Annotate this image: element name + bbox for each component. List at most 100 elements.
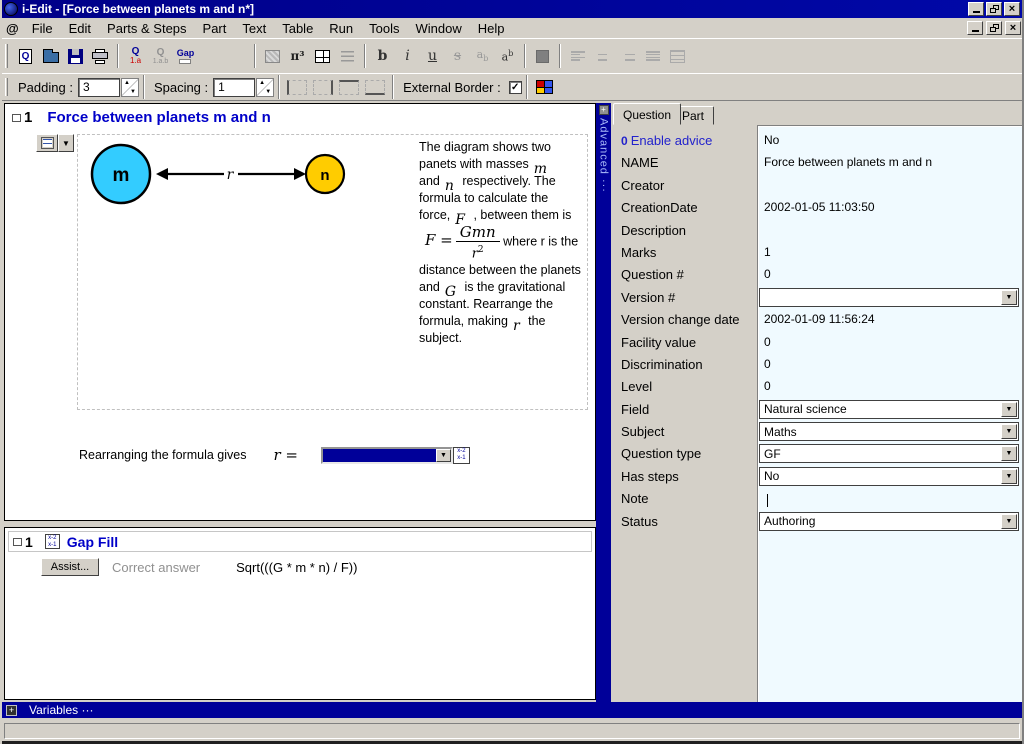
open-button[interactable] bbox=[38, 44, 63, 69]
menu-text[interactable]: Text bbox=[234, 19, 274, 38]
property-value[interactable]: 0 bbox=[757, 354, 1022, 376]
menu-part[interactable]: Part bbox=[195, 19, 235, 38]
new-question-button[interactable]: Q bbox=[13, 44, 38, 69]
property-row-version-change-date: Version change date 2002-01-09 11:56:24 bbox=[613, 309, 1022, 331]
chevron-down-icon[interactable]: ▼ bbox=[1001, 290, 1017, 305]
restore-button[interactable] bbox=[986, 2, 1002, 16]
question-number: 1 bbox=[24, 109, 32, 126]
chevron-down-icon[interactable]: ▼ bbox=[1001, 446, 1017, 461]
chevron-down-icon[interactable]: ▼ bbox=[1001, 469, 1017, 484]
property-label: Level bbox=[613, 376, 757, 398]
up-arrow-icon: ▲ bbox=[259, 79, 265, 87]
toolbar-grip[interactable] bbox=[5, 78, 8, 96]
property-value[interactable]: 0 bbox=[757, 332, 1022, 354]
padding-stepper[interactable]: ▲ ▼ bbox=[121, 78, 139, 97]
minimize-icon bbox=[973, 11, 980, 13]
print-button[interactable] bbox=[88, 44, 113, 69]
property-label: Discrimination bbox=[613, 354, 757, 376]
menu-help[interactable]: Help bbox=[470, 19, 513, 38]
assist-button[interactable]: Assist... bbox=[41, 558, 99, 576]
property-value[interactable] bbox=[757, 220, 1022, 242]
italic-button[interactable]: i bbox=[395, 44, 420, 69]
gap-icon: Gap bbox=[177, 49, 195, 64]
chevron-down-icon[interactable]: ▼ bbox=[1001, 514, 1017, 529]
has-steps-combobox[interactable]: No ▼ bbox=[759, 467, 1019, 486]
collapse-toggle[interactable] bbox=[12, 114, 21, 122]
correct-answer-label: Correct answer bbox=[112, 560, 200, 575]
menu-table[interactable]: Table bbox=[274, 19, 321, 38]
question-type-combobox[interactable]: GF ▼ bbox=[759, 444, 1019, 463]
spacing-input[interactable] bbox=[213, 78, 255, 97]
chevron-down-icon[interactable]: ▼ bbox=[1001, 402, 1017, 417]
property-value[interactable] bbox=[757, 175, 1022, 197]
align-left-button bbox=[565, 44, 590, 69]
form-icon bbox=[41, 137, 54, 149]
property-value[interactable]: 2002-01-09 11:56:24 bbox=[757, 309, 1022, 331]
variables-bar[interactable]: + Variables ··· bbox=[2, 702, 1022, 718]
property-value[interactable]: 1 bbox=[757, 242, 1022, 264]
status-combobox[interactable]: Authoring ▼ bbox=[759, 512, 1019, 531]
menu-edit[interactable]: Edit bbox=[61, 19, 99, 38]
arrow-left-head bbox=[156, 168, 168, 180]
subject-combobox[interactable]: Maths ▼ bbox=[759, 422, 1019, 441]
property-row-marks: Marks 1 bbox=[613, 242, 1022, 264]
chevron-down-icon[interactable]: ▼ bbox=[1001, 424, 1017, 439]
property-row-note: Note bbox=[613, 488, 1022, 510]
property-value[interactable]: 0 bbox=[757, 376, 1022, 398]
subscript-icon: ab bbox=[477, 48, 489, 63]
window-title: i-Edit - [Force between planets m and n*… bbox=[22, 2, 966, 16]
property-value[interactable]: No bbox=[757, 130, 1022, 152]
field-combobox[interactable]: Natural science ▼ bbox=[759, 400, 1019, 419]
question-content-area[interactable]: m r n The diagram shows two panets with … bbox=[77, 134, 588, 410]
gap-fill-icon[interactable]: x-2x-1 bbox=[453, 447, 470, 464]
property-value[interactable]: 2002-01-05 11:03:50 bbox=[757, 197, 1022, 219]
version-combobox[interactable]: ▼ bbox=[759, 288, 1019, 307]
advanced-strip[interactable]: + Advanced ··· bbox=[596, 103, 611, 702]
table-toolbar: Padding : ▲ ▼ Spacing : ▲ ▼ External Bor… bbox=[2, 73, 1022, 101]
collapse-toggle[interactable] bbox=[13, 538, 22, 546]
minimize-button[interactable] bbox=[968, 2, 984, 16]
insert-table-button[interactable] bbox=[310, 44, 335, 69]
planets-diagram: m r n bbox=[78, 135, 418, 255]
mdi-close-button[interactable]: × bbox=[1005, 21, 1021, 35]
menu-file[interactable]: File bbox=[24, 19, 61, 38]
table-colors-icon[interactable] bbox=[536, 80, 553, 94]
question-numbering-button[interactable]: Q1.a bbox=[123, 44, 148, 69]
toolbar-grip[interactable] bbox=[5, 44, 8, 68]
external-border-checkbox[interactable]: ✓ bbox=[509, 81, 522, 94]
tab-question[interactable]: Question bbox=[613, 103, 681, 125]
underline-button[interactable]: u bbox=[420, 44, 445, 69]
gap-fill-panel: 1 x-2x-1 Gap Fill Assist... Correct answ… bbox=[4, 527, 596, 700]
expand-icon[interactable]: + bbox=[6, 705, 17, 716]
spacing-stepper[interactable]: ▲ ▼ bbox=[256, 78, 274, 97]
menu-run[interactable]: Run bbox=[321, 19, 361, 38]
formula-f-gmn: F =Gmnr2 bbox=[419, 234, 500, 248]
question-1a-icon: Q1.a bbox=[130, 47, 141, 65]
property-value[interactable]: 0 bbox=[757, 264, 1022, 286]
property-row-question-number: Question # 0 bbox=[613, 264, 1022, 286]
mdi-restore-button[interactable] bbox=[986, 21, 1002, 35]
mdi-child-icon[interactable]: @ bbox=[6, 21, 19, 36]
menu-tools[interactable]: Tools bbox=[361, 19, 407, 38]
menu-window[interactable]: Window bbox=[408, 19, 470, 38]
part-type-button[interactable] bbox=[36, 134, 58, 152]
property-value[interactable]: Force between planets m and n bbox=[757, 152, 1022, 174]
insert-equation-button[interactable]: π³ bbox=[285, 44, 310, 69]
correct-answer-value[interactable]: Sqrt(((G * m * n) / F)) bbox=[236, 560, 357, 575]
menu-bar: @ File Edit Parts & Steps Part Text Tabl… bbox=[2, 18, 1022, 38]
save-button[interactable] bbox=[63, 44, 88, 69]
padding-input[interactable] bbox=[78, 78, 120, 97]
insert-gap-button[interactable]: Gap bbox=[173, 44, 198, 69]
close-button[interactable]: × bbox=[1004, 2, 1020, 16]
menu-parts-steps[interactable]: Parts & Steps bbox=[99, 19, 194, 38]
math-n: n bbox=[440, 178, 459, 194]
note-field[interactable] bbox=[757, 488, 1022, 510]
part-type-dropdown[interactable]: ▼ bbox=[58, 134, 74, 152]
bold-button[interactable]: b bbox=[370, 44, 395, 69]
mdi-minimize-button[interactable] bbox=[967, 21, 983, 35]
border-left-icon bbox=[287, 80, 307, 95]
answer-gap-combobox[interactable]: ▼ bbox=[321, 447, 453, 464]
property-row-name: NAME Force between planets m and n bbox=[613, 152, 1022, 174]
math-G: G bbox=[440, 284, 461, 300]
chevron-down-icon[interactable]: ▼ bbox=[436, 449, 451, 462]
